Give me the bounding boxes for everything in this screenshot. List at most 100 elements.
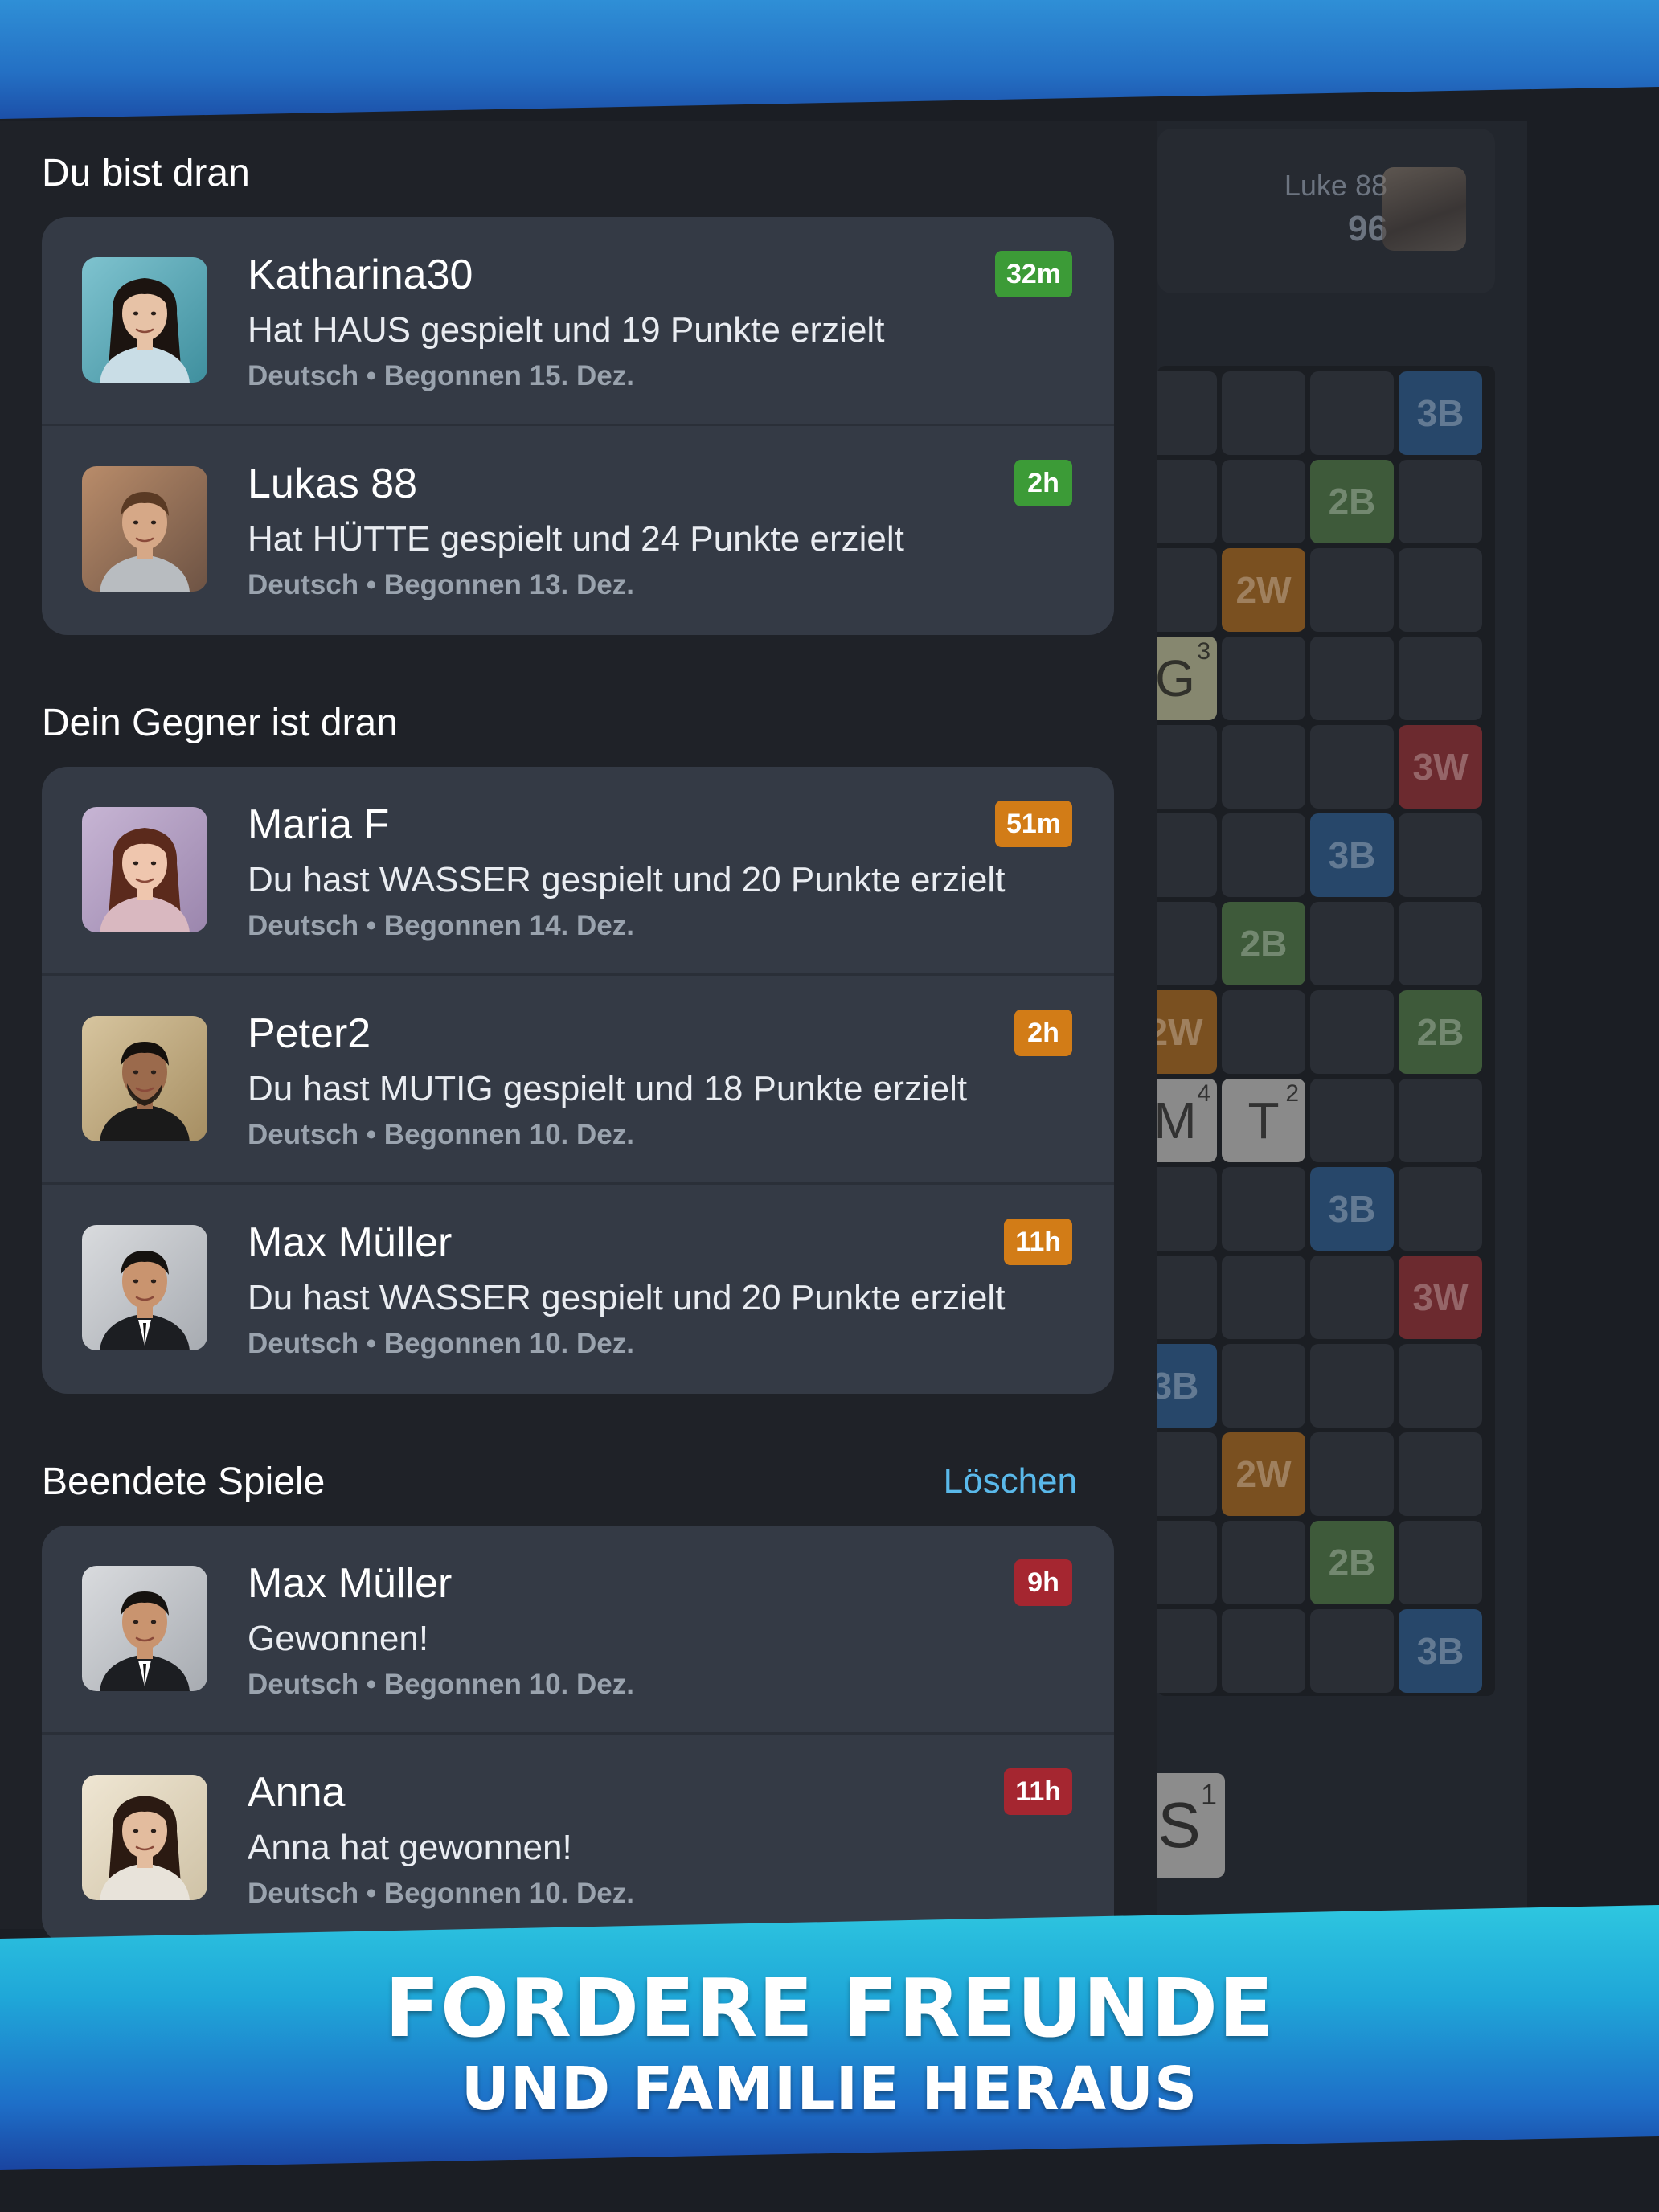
last-move-text: Anna hat gewonnen! — [248, 1828, 572, 1867]
board-square[interactable] — [1222, 637, 1305, 720]
board-square[interactable] — [1310, 1344, 1394, 1428]
player-name: Max Müller — [248, 1219, 453, 1266]
tile-score: 4 — [1197, 1080, 1210, 1107]
opponent-name: Luke 88 — [1284, 169, 1387, 202]
board-square[interactable] — [1310, 637, 1394, 720]
time-badge: 11h — [1004, 1219, 1072, 1265]
opponent-avatar — [1382, 167, 1466, 251]
time-badge: 9h — [1014, 1559, 1072, 1606]
player-name: Lukas 88 — [248, 461, 418, 507]
premium-square[interactable]: 3B — [1310, 1167, 1394, 1251]
board-square[interactable] — [1310, 902, 1394, 985]
delete-finished-link[interactable]: Löschen — [944, 1461, 1077, 1501]
premium-square[interactable]: 2B — [1310, 1521, 1394, 1604]
last-move-text: Du hast MUTIG gespielt und 18 Punkte erz… — [248, 1069, 968, 1108]
avatar — [82, 466, 207, 592]
board-square[interactable] — [1399, 1167, 1482, 1251]
board-square[interactable] — [1222, 1256, 1305, 1339]
premium-square[interactable]: 3W — [1399, 1256, 1482, 1339]
board-square[interactable] — [1222, 1344, 1305, 1428]
game-row[interactable]: Max Müller Du hast WASSER gespielt und 2… — [42, 1185, 1114, 1394]
board-square[interactable] — [1310, 548, 1394, 632]
player-name: Peter2 — [248, 1010, 371, 1057]
premium-square[interactable]: 2B — [1222, 902, 1305, 985]
board-square[interactable] — [1222, 371, 1305, 455]
board-square[interactable] — [1399, 548, 1482, 632]
rack-tile-letter: S — [1157, 1789, 1201, 1861]
avatar — [82, 807, 207, 932]
game-row[interactable]: Max Müller Gewonnen! Deutsch • Begonnen … — [42, 1526, 1114, 1735]
board-square[interactable] — [1222, 460, 1305, 543]
board-square[interactable] — [1222, 1609, 1305, 1693]
game-row[interactable]: Anna Anna hat gewonnen! Deutsch • Begonn… — [42, 1735, 1114, 1944]
premium-square[interactable]: 3B — [1310, 813, 1394, 897]
opponent-score: 96 — [1348, 209, 1387, 248]
avatar — [82, 1775, 207, 1900]
promo-subheadline: UND FAMILIE HERAUS — [461, 2054, 1198, 2124]
board-square[interactable] — [1222, 990, 1305, 1074]
board-tile[interactable]: T2 — [1222, 1079, 1305, 1162]
rack-tile-score: 1 — [1200, 1778, 1217, 1811]
game-meta: Deutsch • Begonnen 15. Dez. — [248, 360, 634, 391]
premium-square[interactable]: 3W — [1399, 725, 1482, 809]
game-row[interactable]: Maria F Du hast WASSER gespielt und 20 P… — [42, 767, 1114, 976]
last-move-text: Du hast WASSER gespielt und 20 Punkte er… — [248, 860, 1006, 899]
board-square[interactable] — [1310, 1079, 1394, 1162]
time-badge: 2h — [1014, 1010, 1072, 1056]
board-square[interactable] — [1222, 725, 1305, 809]
board-square[interactable] — [1310, 725, 1394, 809]
premium-square[interactable]: 3B — [1399, 1609, 1482, 1693]
game-meta: Deutsch • Begonnen 13. Dez. — [248, 569, 634, 600]
game-row[interactable]: Katharina30 Hat HAUS gespielt und 19 Pun… — [42, 217, 1114, 426]
game-meta: Deutsch • Begonnen 10. Dez. — [248, 1878, 634, 1909]
section-title-opponent-turn: Dein Gegner ist dran — [42, 702, 398, 744]
last-move-text: Hat HAUS gespielt und 19 Punkte erzielt — [248, 310, 885, 350]
board-square[interactable] — [1399, 1521, 1482, 1604]
game-row[interactable]: Lukas 88 Hat HÜTTE gespielt und 24 Punkt… — [42, 426, 1114, 635]
board-square[interactable] — [1222, 813, 1305, 897]
board-square[interactable] — [1399, 902, 1482, 985]
game-meta: Deutsch • Begonnen 10. Dez. — [248, 1328, 634, 1359]
avatar — [82, 257, 207, 383]
player-name: Anna — [248, 1769, 346, 1816]
board-square[interactable] — [1399, 460, 1482, 543]
premium-square[interactable]: 2B — [1399, 990, 1482, 1074]
top-banner — [0, 0, 1659, 119]
avatar — [82, 1225, 207, 1350]
tile-score: 2 — [1285, 1080, 1299, 1107]
time-badge: 32m — [994, 251, 1072, 297]
board-square[interactable] — [1310, 1256, 1394, 1339]
section-title-your-turn: Du bist dran — [42, 152, 250, 195]
last-move-text: Gewonnen! — [248, 1619, 429, 1658]
board-square[interactable] — [1222, 1167, 1305, 1251]
game-meta: Deutsch • Begonnen 14. Dez. — [248, 910, 634, 941]
board-square[interactable] — [1310, 1432, 1394, 1516]
board-square[interactable] — [1310, 990, 1394, 1074]
finished-games-card: Max Müller Gewonnen! Deutsch • Begonnen … — [42, 1526, 1114, 1944]
opponent-turn-card: Maria F Du hast WASSER gespielt und 20 P… — [42, 767, 1114, 1394]
game-row[interactable]: Peter2 Du hast MUTIG gespielt und 18 Pun… — [42, 976, 1114, 1185]
last-move-text: Du hast WASSER gespielt und 20 Punkte er… — [248, 1278, 1006, 1317]
premium-square[interactable]: 2W — [1222, 1432, 1305, 1516]
player-name: Maria F — [248, 801, 390, 848]
premium-square[interactable]: 3B — [1399, 371, 1482, 455]
game-meta: Deutsch • Begonnen 10. Dez. — [248, 1119, 634, 1150]
time-badge: 2h — [1014, 460, 1072, 506]
board-square[interactable] — [1222, 1521, 1305, 1604]
premium-square[interactable]: 2W — [1222, 548, 1305, 632]
your-turn-card: Katharina30 Hat HAUS gespielt und 19 Pun… — [42, 217, 1114, 635]
time-badge: 11h — [1004, 1768, 1072, 1815]
board-square[interactable] — [1399, 1079, 1482, 1162]
board-square[interactable] — [1399, 813, 1482, 897]
section-title-finished: Beendete Spiele — [42, 1460, 326, 1503]
board-square[interactable] — [1399, 637, 1482, 720]
tile-score: 3 — [1197, 638, 1210, 665]
player-name: Katharina30 — [248, 252, 473, 298]
board-square[interactable] — [1399, 1344, 1482, 1428]
premium-square[interactable]: 2B — [1310, 460, 1394, 543]
game-meta: Deutsch • Begonnen 10. Dez. — [248, 1669, 634, 1700]
player-name: Max Müller — [248, 1560, 453, 1607]
board-square[interactable] — [1399, 1432, 1482, 1516]
board-square[interactable] — [1310, 1609, 1394, 1693]
board-square[interactable] — [1310, 371, 1394, 455]
